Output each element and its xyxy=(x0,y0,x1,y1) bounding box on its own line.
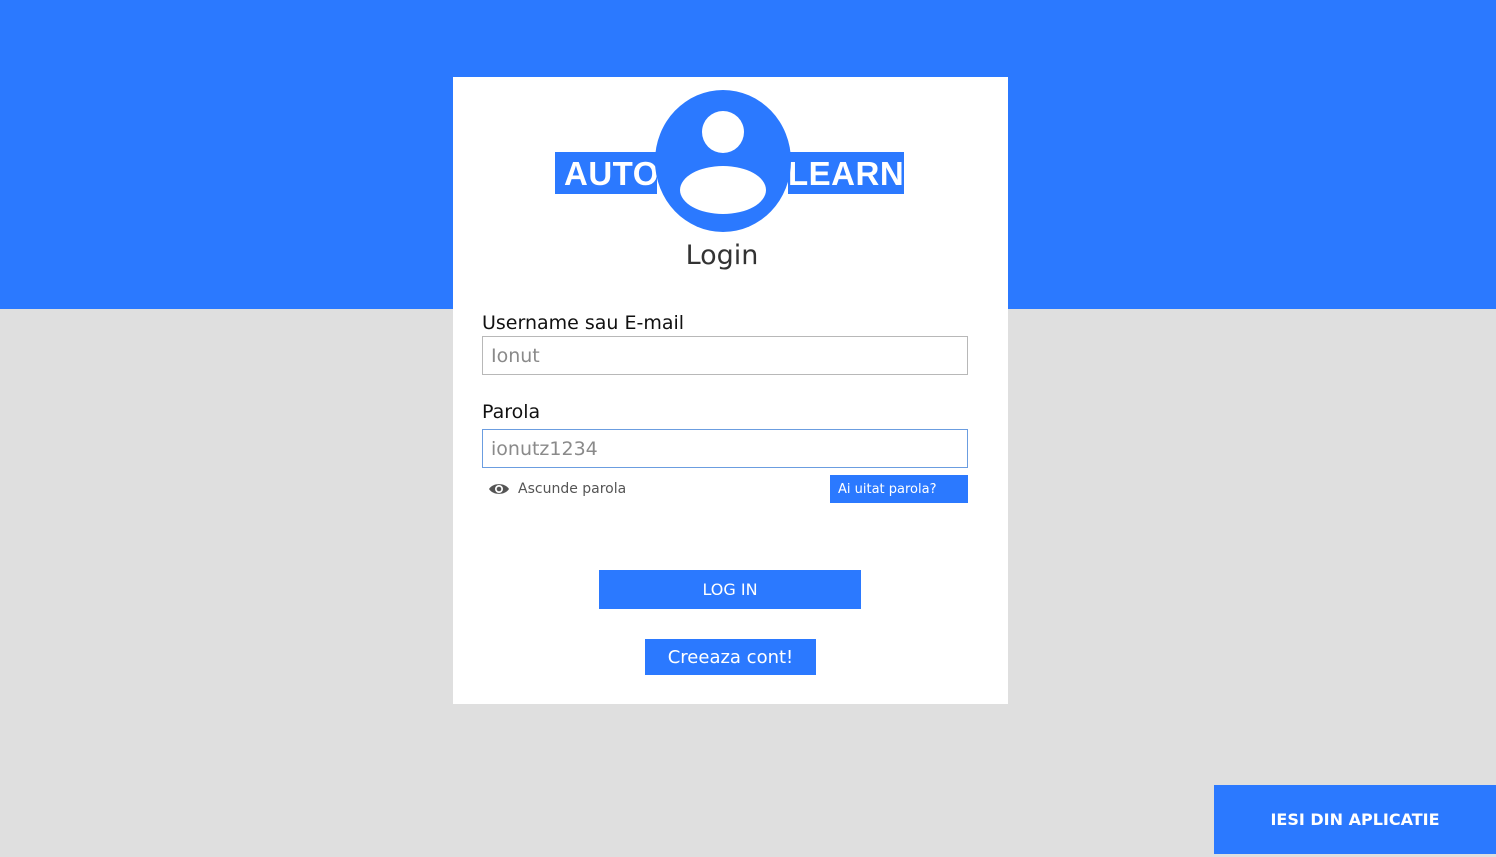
eye-icon xyxy=(489,484,509,494)
page-title: Login xyxy=(685,240,759,271)
logo-text-right: LEARN xyxy=(788,155,905,192)
avatar-head xyxy=(702,111,744,153)
user-avatar-icon xyxy=(655,90,791,232)
forgot-password-button[interactable]: Ai uitat parola? xyxy=(830,475,968,503)
exit-app-button[interactable]: IESI DIN APLICATIE xyxy=(1214,785,1496,854)
login-card: AUTO LEARN Login Username sau E-mail Par… xyxy=(453,77,1008,704)
toggle-password-visibility[interactable]: Ascunde parola xyxy=(488,479,626,499)
username-field[interactable] xyxy=(482,336,968,375)
create-account-button[interactable]: Creeaza cont! xyxy=(645,639,816,675)
logo-text-left: AUTO xyxy=(564,155,659,192)
password-field[interactable] xyxy=(482,429,968,468)
avatar-body xyxy=(680,166,766,214)
password-label: Parola xyxy=(482,401,541,423)
login-button[interactable]: LOG IN xyxy=(599,570,861,609)
username-label: Username sau E-mail xyxy=(482,312,685,334)
app-logo: AUTO LEARN xyxy=(555,90,905,232)
toggle-password-label: Ascunde parola xyxy=(518,481,627,497)
